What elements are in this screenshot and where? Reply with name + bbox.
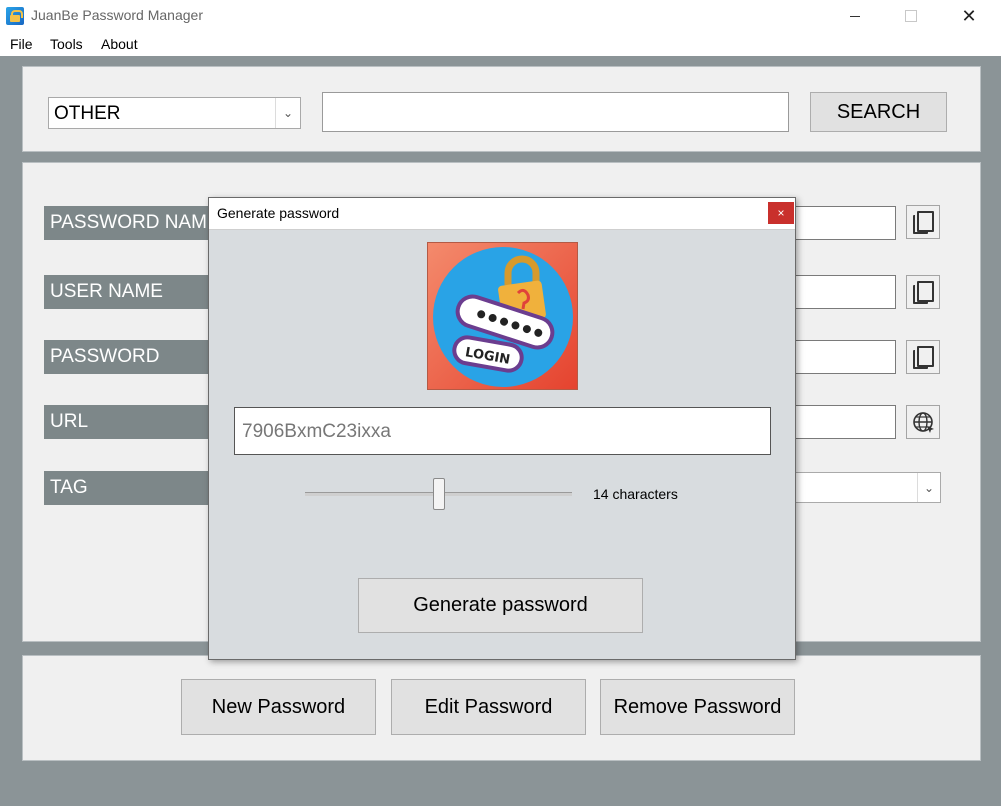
maximize-icon <box>905 10 917 22</box>
menu-file[interactable]: File <box>10 36 33 52</box>
url-field[interactable] <box>793 405 896 439</box>
dialog-title: Generate password <box>217 205 340 221</box>
edit-password-button[interactable]: Edit Password <box>391 679 586 735</box>
search-button[interactable]: SEARCH <box>810 92 947 132</box>
length-slider-thumb[interactable] <box>432 478 445 510</box>
copy-password-button[interactable] <box>906 340 940 374</box>
close-window-button[interactable]: ✕ <box>946 0 992 32</box>
menu-bar <box>0 32 1001 56</box>
close-icon: × <box>777 206 785 220</box>
generated-password-field[interactable]: 7906BxmC23ixxa <box>234 407 771 455</box>
password-name-label: PASSWORD NAME <box>44 206 214 240</box>
open-url-button[interactable] <box>906 405 940 439</box>
dialog-close-button[interactable]: × <box>768 202 794 224</box>
menu-tools[interactable]: Tools <box>50 36 83 52</box>
tag-dropdown[interactable]: ⌄ <box>793 472 941 503</box>
user-name-label: USER NAME <box>44 275 214 309</box>
generated-password-value: 7906BxmC23ixxa <box>242 421 391 442</box>
user-name-field[interactable] <box>793 275 896 309</box>
menu-about[interactable]: About <box>101 36 138 52</box>
minimize-button[interactable] <box>832 0 878 32</box>
category-dropdown[interactable]: OTHER ⌄ <box>48 97 301 129</box>
remove-password-button[interactable]: Remove Password <box>600 679 795 735</box>
password-name-field[interactable] <box>793 206 896 240</box>
password-label: PASSWORD <box>44 340 214 374</box>
minimize-icon <box>850 15 860 17</box>
close-icon: ✕ <box>961 5 977 26</box>
window-title: JuanBe Password Manager <box>31 7 203 23</box>
search-input[interactable] <box>322 92 789 132</box>
tag-label: TAG <box>44 471 214 505</box>
new-password-button[interactable]: New Password <box>181 679 376 735</box>
chevron-down-icon: ⌄ <box>917 473 940 502</box>
app-logo-icon <box>6 7 24 25</box>
category-value: OTHER <box>54 103 121 124</box>
copy-user-name-button[interactable] <box>906 275 940 309</box>
login-lock-icon: LOGIN <box>433 247 573 387</box>
generate-password-button[interactable]: Generate password <box>358 578 643 633</box>
login-logo-image: LOGIN <box>427 242 578 390</box>
password-field[interactable] <box>793 340 896 374</box>
maximize-button[interactable] <box>888 0 934 32</box>
chevron-down-icon: ⌄ <box>275 98 300 128</box>
url-label: URL <box>44 405 214 439</box>
globe-icon <box>913 412 934 433</box>
copy-password-name-button[interactable] <box>906 205 940 239</box>
length-label: 14 characters <box>593 486 678 502</box>
